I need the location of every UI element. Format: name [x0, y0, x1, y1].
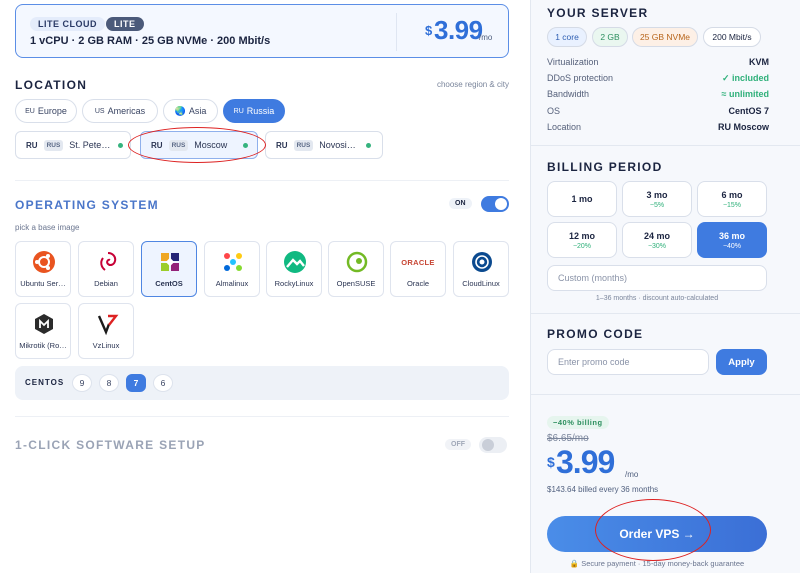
row-bandwidth: Bandwidth ≈ unlimited — [547, 89, 769, 99]
chip-ram: 2 GB — [592, 27, 628, 47]
location-title: LOCATION — [15, 78, 88, 92]
status-dot — [118, 142, 124, 148]
plan-price: $ 3.99 /mo — [396, 13, 496, 51]
custom-months-input[interactable]: Custom (months) — [547, 265, 767, 291]
row-ddos: DDoS protection ✓ included — [547, 73, 769, 83]
plan-tier-badge: LITE — [106, 17, 144, 31]
period-6mo[interactable]: 6 mo −15% — [697, 181, 767, 217]
os-opensuse[interactable]: OpenSUSE — [328, 241, 384, 297]
mikrotik-icon — [35, 314, 53, 334]
cloudlinux-icon — [472, 252, 492, 272]
period-12mo[interactable]: 12 mo −20% — [547, 222, 617, 258]
os-mikrotik[interactable]: Mikrotik (Ro… — [15, 303, 71, 359]
software-toggle[interactable] — [479, 437, 507, 453]
os-rockylinux[interactable]: RockyLinux — [266, 241, 322, 297]
divider — [15, 180, 509, 181]
os-oracle[interactable]: ORACLE Oracle — [390, 241, 446, 297]
plan-badge: LITE CLOUD — [30, 17, 105, 31]
opensuse-icon — [346, 251, 368, 273]
annotation-circle — [595, 499, 711, 561]
divider — [531, 394, 800, 395]
version-bar: CENTOS 9 8 7 6 — [15, 366, 509, 400]
period-1mo[interactable]: 1 mo — [547, 181, 617, 217]
row-os: OS CentOS 7 — [547, 106, 769, 116]
ubuntu-icon — [33, 251, 55, 273]
centos-icon — [161, 253, 179, 271]
os-toggle-label: ON — [449, 198, 472, 209]
server-title: YOUR SERVER — [547, 6, 649, 20]
annotation-circle — [128, 127, 266, 163]
discount-badge: −40% billing — [547, 416, 609, 429]
version-6[interactable]: 6 — [153, 374, 173, 392]
chip-bandwidth: 200 Mbit/s — [703, 27, 761, 47]
os-cloudlinux[interactable]: CloudLinux — [453, 241, 509, 297]
old-price: $6.65/mo — [547, 433, 589, 444]
city-st-petersburg[interactable]: RU RUS St. Pete… — [15, 131, 131, 159]
billed-total: $143.64 billed every 36 months — [547, 485, 659, 494]
chip-cpu: 1 core — [547, 27, 587, 47]
region-americas[interactable]: US Americas — [82, 99, 158, 123]
globe-icon: 🌏 — [174, 105, 186, 116]
price-amount: 3.99 — [556, 444, 615, 480]
region-russia[interactable]: RU Russia — [223, 99, 285, 123]
city-novosibirsk[interactable]: RU RUS Novosi… — [265, 131, 383, 159]
divider — [531, 313, 800, 314]
promo-title: PROMO CODE — [547, 327, 644, 341]
row-virtualization: Virtualization KVM — [547, 57, 769, 67]
guarantee-note: 🔒 Secure payment · 15-day money-back gua… — [569, 559, 745, 568]
billing-note: 1–36 months · discount auto-calculated — [595, 295, 719, 302]
oracle-logo: ORACLE — [401, 258, 435, 267]
period-24mo[interactable]: 24 mo −30% — [622, 222, 692, 258]
plan-card[interactable]: LITE CLOUD LITE 1 vCPU · 2 GB RAM · 25 G… — [15, 4, 509, 58]
promo-code-input[interactable]: Enter promo code — [547, 349, 709, 375]
apply-button[interactable]: Apply — [716, 349, 767, 375]
region-asia[interactable]: 🌏 Asia — [163, 99, 218, 123]
software-title: 1-CLICK SOFTWARE SETUP — [15, 438, 206, 452]
location-hint: choose region & city — [436, 80, 509, 89]
version-7[interactable]: 7 — [126, 374, 146, 392]
divider — [15, 416, 509, 417]
os-toggle[interactable] — [481, 196, 509, 212]
os-title: OPERATING SYSTEM — [15, 198, 159, 212]
configurator-panel: LITE CLOUD LITE 1 vCPU · 2 GB RAM · 25 G… — [0, 0, 530, 573]
status-dot — [365, 142, 371, 148]
rockylinux-icon — [284, 251, 306, 273]
software-toggle-label: OFF — [445, 439, 471, 450]
price-period: /mo — [625, 470, 639, 479]
billing-title: BILLING PERIOD — [547, 160, 663, 174]
price-currency: $ — [547, 454, 555, 470]
period-3mo[interactable]: 3 mo −5% — [622, 181, 692, 217]
version-9[interactable]: 9 — [72, 374, 92, 392]
divider — [531, 145, 800, 146]
os-almalinux[interactable]: Almalinux — [204, 241, 260, 297]
period-36mo[interactable]: 36 mo −40% — [697, 222, 767, 258]
version-label: CENTOS — [25, 378, 65, 387]
row-location: Location RU Moscow — [547, 122, 769, 132]
vzlinux-icon — [97, 314, 119, 336]
os-ubuntu[interactable]: Ubuntu Ser… — [15, 241, 71, 297]
plan-period: /mo — [479, 33, 493, 42]
os-vzlinux[interactable]: VzLinux — [78, 303, 134, 359]
os-subtitle: pick a base image — [15, 223, 80, 232]
summary-panel: YOUR SERVER 1 core 2 GB 25 GB NVMe 200 M… — [530, 0, 800, 573]
version-8[interactable]: 8 — [99, 374, 119, 392]
plan-currency: $ — [425, 23, 433, 38]
region-europe[interactable]: EU Europe — [15, 99, 77, 123]
chip-disk: 25 GB NVMe — [632, 27, 698, 47]
almalinux-icon — [224, 253, 242, 271]
os-debian[interactable]: Debian — [78, 241, 134, 297]
plan-specs: 1 vCPU · 2 GB RAM · 25 GB NVMe · 200 Mbi… — [30, 35, 271, 47]
debian-icon — [100, 252, 117, 271]
os-centos[interactable]: CentOS — [141, 241, 197, 297]
plan-amount: 3.99 — [434, 15, 483, 45]
